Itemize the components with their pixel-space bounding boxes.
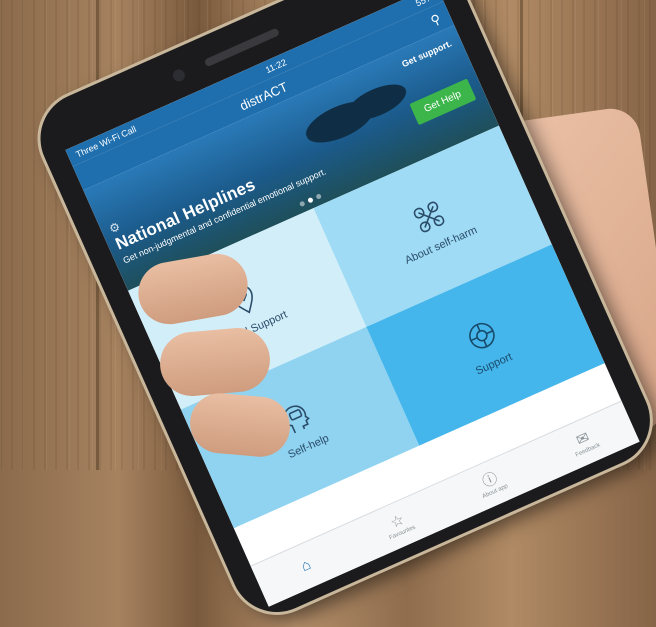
lifebuoy-icon	[459, 313, 504, 358]
tile-label: About self-harm	[403, 224, 480, 267]
carousel-dot[interactable]	[314, 193, 322, 201]
tab-favourites[interactable]: ☆ Favourites	[344, 484, 455, 565]
tab-feedback[interactable]: ✉ Feedback	[529, 401, 640, 482]
carousel-dot[interactable]	[298, 200, 306, 208]
get-help-button[interactable]: Get Help	[409, 78, 477, 126]
carousel-dot-active[interactable]	[306, 197, 314, 204]
tab-home[interactable]: ⌂	[251, 525, 362, 606]
home-icon: ⌂	[298, 555, 314, 575]
tab-about-app[interactable]: ⓘ About app	[436, 443, 547, 524]
front-camera	[170, 67, 187, 84]
ribbon-icon	[406, 195, 451, 240]
search-icon[interactable]: ⚲	[428, 11, 443, 29]
